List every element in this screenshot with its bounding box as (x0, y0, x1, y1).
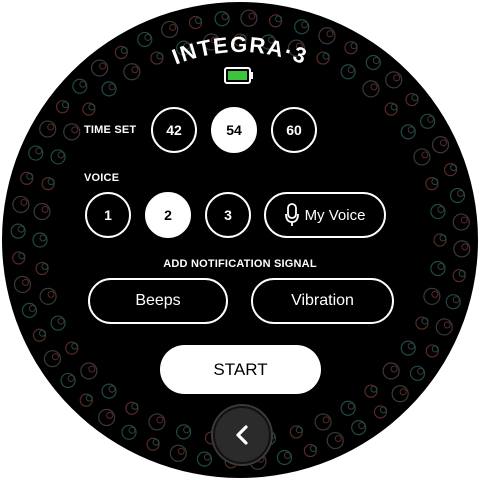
decor-circle (358, 422, 366, 430)
decor-circle (221, 13, 229, 21)
battery-full-icon (224, 67, 253, 84)
decor-circle (203, 453, 211, 461)
vibration-button[interactable]: Vibration (251, 278, 394, 324)
decor-circle (41, 206, 49, 214)
watch-dial: INTEGRA·3 TIME SET 42 54 60 VOICE 1 2 3 … (2, 2, 478, 478)
decor-circle (457, 190, 465, 198)
decor-circle (108, 83, 116, 91)
decor-circle (20, 198, 28, 206)
decor-circle (443, 321, 451, 329)
decor-circle (460, 216, 468, 224)
decor-circle (88, 365, 96, 373)
decor-circle (440, 139, 448, 147)
time-set-label: TIME SET (84, 124, 137, 136)
decor-circle (57, 151, 65, 159)
decor-circle (334, 435, 342, 443)
decor-circle (427, 115, 435, 123)
svg-text:INTEGRA·3: INTEGRA·3 (169, 32, 312, 69)
decor-circle (35, 147, 43, 155)
decor-circle (452, 296, 460, 304)
decor-circle (28, 304, 36, 312)
back-button[interactable] (213, 406, 271, 464)
decor-circle (177, 447, 185, 455)
decor-circle (106, 412, 114, 420)
title-arc: INTEGRA·3 (169, 32, 312, 69)
decor-circle (156, 416, 164, 424)
beeps-button[interactable]: Beeps (88, 278, 228, 324)
decor-circle (322, 416, 330, 424)
decor-circle (21, 278, 29, 286)
decor-circle (407, 342, 415, 350)
decor-circle (431, 290, 439, 298)
decor-circle (437, 206, 445, 214)
time-option-54[interactable]: 54 (211, 107, 257, 153)
voice-label: VOICE (84, 172, 120, 184)
my-voice-label: My Voice (304, 206, 366, 224)
decor-circle (370, 83, 378, 91)
decor-circle (421, 151, 429, 159)
decor-circle (283, 452, 291, 460)
time-option-60[interactable]: 60 (271, 107, 317, 153)
decor-circle (347, 402, 355, 410)
decor-circle (399, 388, 407, 396)
decor-circle (47, 123, 55, 131)
decor-circle (39, 234, 47, 242)
decor-circle (417, 367, 425, 375)
voice-option-3[interactable]: 3 (205, 192, 251, 238)
decor-circle (248, 12, 256, 20)
decor-circle (461, 243, 469, 251)
chevron-left-icon (236, 425, 248, 445)
decor-circle (47, 290, 55, 298)
notification-label: ADD NOTIFICATION SIGNAL (163, 258, 317, 270)
decor-circle (79, 80, 87, 88)
decor-circle (108, 385, 116, 393)
decor-circle (390, 365, 398, 373)
decor-circle (67, 374, 75, 382)
start-button[interactable]: START (160, 345, 321, 394)
my-voice-button[interactable]: My Voice (264, 192, 386, 238)
decor-circle (71, 126, 79, 134)
decor-circle (57, 317, 65, 325)
decor-circle (301, 21, 309, 29)
voice-option-1[interactable]: 1 (85, 192, 131, 238)
voice-option-2[interactable]: 2 (145, 192, 191, 238)
decor-circle (51, 353, 59, 361)
decor-circle (128, 426, 136, 434)
decor-circle (407, 126, 415, 134)
decor-circle (17, 225, 25, 233)
time-option-42[interactable]: 42 (151, 107, 197, 153)
microphone-icon (284, 203, 299, 227)
decor-circle (183, 426, 191, 434)
decor-circle (393, 74, 401, 82)
